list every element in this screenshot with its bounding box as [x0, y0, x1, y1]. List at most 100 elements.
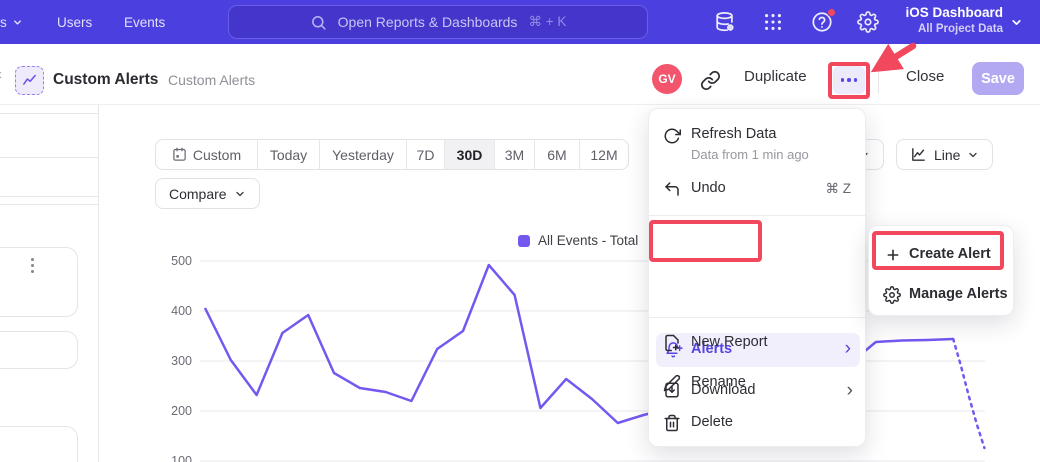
nav-item-label: Events — [124, 15, 165, 30]
database-gear-icon — [714, 11, 736, 33]
nav-item-label: s — [0, 15, 7, 30]
chevron-down-icon — [967, 149, 979, 161]
menu-item-undo[interactable]: Undo ⌘ Z — [649, 175, 867, 203]
sidebar-divider — [0, 113, 99, 114]
pencil-icon — [663, 374, 681, 392]
trash-icon — [663, 414, 681, 432]
menu-item-subtitle: Data from 1 min ago — [691, 147, 809, 162]
gear-icon — [883, 286, 901, 304]
app-window: 500 400 300 200 100 All Events - Total C… — [0, 0, 1040, 462]
y-axis-tick: 400 — [162, 304, 192, 318]
legend-color-swatch — [518, 235, 530, 247]
menu-item-label: Rename — [691, 374, 746, 390]
copy-link-button[interactable] — [700, 70, 721, 96]
search-placeholder: Open Reports & Dashboards — [338, 14, 518, 30]
submenu-item-manage-alerts[interactable]: Manage Alerts — [869, 278, 1015, 312]
menu-item-shortcut: ⌘ Z — [826, 181, 852, 197]
settings-button[interactable] — [857, 11, 879, 33]
menu-item-label: Undo — [691, 180, 726, 196]
help-button[interactable] — [811, 11, 833, 33]
submenu-item-create-alert[interactable]: Create Alert — [869, 238, 1015, 272]
close-button[interactable]: Close — [906, 68, 944, 85]
global-search-bar[interactable]: Open Reports & Dashboards ⌘ + K — [228, 5, 648, 39]
sidebar-card[interactable] — [0, 331, 78, 369]
mini-line-chart-icon — [21, 72, 38, 89]
search-icon — [310, 14, 327, 31]
alerts-submenu: Create Alert Manage Alerts — [868, 225, 1014, 316]
date-range-group: Custom Today Yesterday 7D 30D 3M 6M 12M — [155, 139, 629, 170]
sidebar-card[interactable] — [0, 426, 78, 462]
submenu-item-label: Manage Alerts — [909, 286, 1008, 302]
apps-menu-button[interactable] — [762, 11, 784, 33]
breadcrumb: Custom Alerts — [168, 72, 255, 88]
nav-item-events[interactable]: Events — [124, 0, 165, 44]
chart-dotted-projection — [953, 339, 984, 448]
date-range-label: Custom — [193, 147, 241, 163]
menu-item-refresh-data[interactable]: Refresh Data Data from 1 min ago — [649, 119, 867, 163]
date-range-yesterday[interactable]: Yesterday — [320, 140, 407, 169]
plus-icon — [885, 247, 901, 263]
date-range-label: Today — [270, 147, 307, 163]
menu-divider — [649, 215, 867, 216]
legend-label: All Events - Total — [538, 233, 638, 248]
y-axis-tick: 500 — [162, 254, 192, 268]
nav-item-label: Users — [57, 15, 92, 30]
more-options-button[interactable] — [833, 66, 865, 94]
menu-item-label: New Report — [691, 334, 768, 350]
chart-legend-item[interactable]: All Events - Total — [518, 233, 638, 248]
sidebar-divider — [0, 196, 99, 197]
y-axis-tick: 100 — [162, 454, 192, 462]
sidebar-divider — [0, 204, 99, 205]
kebab-menu-icon[interactable] — [31, 258, 34, 273]
menu-item-new-report-row[interactable]: New Report — [649, 330, 867, 360]
project-switcher[interactable]: iOS Dashboard All Project Data — [893, 4, 1003, 36]
data-management-button[interactable] — [714, 11, 736, 33]
date-range-custom[interactable]: Custom — [156, 140, 258, 169]
apps-grid-icon — [762, 11, 784, 33]
undo-icon — [663, 180, 681, 198]
menu-item-rename[interactable]: Rename — [649, 370, 867, 400]
date-range-6m[interactable]: 6M — [535, 140, 580, 169]
header-divider — [878, 64, 879, 94]
y-axis-tick: 300 — [162, 354, 192, 368]
left-sidebar — [0, 105, 99, 462]
date-range-label: 3M — [505, 147, 524, 163]
nav-item-users[interactable]: Users — [57, 0, 92, 44]
avatar[interactable]: GV — [652, 64, 682, 94]
compare-label: Compare — [169, 186, 227, 202]
chart-type-label: Line — [934, 147, 960, 163]
menu-item-label: Delete — [691, 414, 733, 430]
date-range-today[interactable]: Today — [258, 140, 320, 169]
menu-item-label: Refresh Data — [691, 126, 776, 142]
date-range-7d[interactable]: 7D — [407, 140, 445, 169]
more-options-menu: Refresh Data Data from 1 min ago Undo ⌘ … — [648, 108, 866, 447]
menu-item-delete[interactable]: Delete — [649, 410, 867, 440]
date-range-label: Yesterday — [332, 147, 394, 163]
date-range-3m[interactable]: 3M — [495, 140, 535, 169]
date-range-12m[interactable]: 12M — [580, 140, 628, 169]
sidebar-card[interactable] — [0, 247, 78, 317]
report-header: Custom Alerts Custom Alerts GV Duplicate… — [0, 44, 1040, 105]
report-draft-icon — [15, 66, 44, 95]
nav-item-partial[interactable]: s — [0, 0, 23, 44]
date-range-label: 6M — [547, 147, 566, 163]
submenu-item-label: Create Alert — [909, 246, 991, 262]
y-axis-tick: 200 — [162, 404, 192, 418]
collapse-sidebar-icon[interactable]: ‹ — [0, 66, 2, 83]
compare-button[interactable]: Compare — [155, 178, 260, 209]
save-button[interactable]: Save — [972, 62, 1024, 95]
chart-type-button[interactable]: Line — [896, 139, 993, 170]
date-range-30d-selected[interactable]: 30D — [445, 140, 495, 169]
project-name: iOS Dashboard — [893, 4, 1003, 22]
menu-divider — [649, 317, 867, 318]
line-chart-icon — [910, 146, 927, 163]
refresh-icon — [663, 127, 681, 145]
duplicate-button[interactable]: Duplicate — [744, 68, 807, 85]
date-range-label: 7D — [417, 147, 435, 163]
gear-icon — [857, 11, 879, 33]
sidebar-divider — [0, 157, 99, 158]
project-scope: All Project Data — [893, 22, 1003, 36]
top-navbar: s Users Events Open Reports & Dashboards… — [0, 0, 1040, 44]
date-range-label: 12M — [590, 147, 617, 163]
calendar-icon — [172, 147, 187, 162]
